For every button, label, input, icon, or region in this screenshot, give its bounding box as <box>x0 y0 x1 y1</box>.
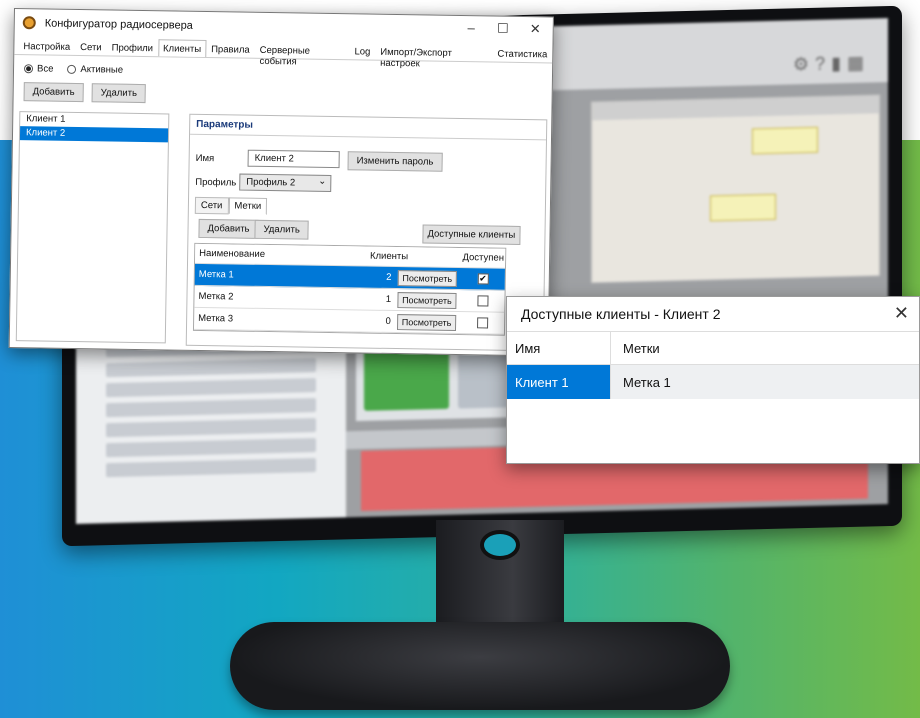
tab-import-export[interactable]: Импорт/Экспорт настроек <box>375 43 492 70</box>
radio-active[interactable]: Активные <box>67 64 123 76</box>
radio-active-label: Активные <box>80 64 124 76</box>
tab-networks[interactable]: Сети <box>75 38 107 55</box>
available-clients-button[interactable]: Доступные клиенты <box>422 224 521 245</box>
configurator-window: Конфигуратор радиосервера – ☐ ✕ Настройк… <box>8 8 554 357</box>
column-header-tags[interactable]: Метки <box>611 341 660 356</box>
name-label: Имя <box>195 152 215 165</box>
delete-client-button[interactable]: Удалить <box>91 83 147 104</box>
tab-server-events[interactable]: Серверные события <box>255 41 350 68</box>
radio-all-label: Все <box>36 63 54 75</box>
chevron-down-icon: ⌄ <box>318 175 327 187</box>
available-checkbox[interactable]: ✔ <box>477 273 489 285</box>
minimize-icon[interactable]: – <box>467 20 474 35</box>
tab-settings[interactable]: Настройка <box>18 37 75 55</box>
close-icon[interactable]: ✕ <box>530 21 541 37</box>
map-marker-label <box>710 193 776 222</box>
tag-clients-cell: 2 Посмотреть <box>366 269 462 287</box>
available-cell <box>461 295 505 307</box>
tag-clients-cell: 0 Посмотреть <box>365 313 461 331</box>
tree-row <box>106 438 316 458</box>
column-header-available[interactable]: Доступен <box>461 252 505 264</box>
tag-name: Метка 3 <box>198 312 234 325</box>
tag-clients-cell: 1 Посмотреть <box>365 291 461 309</box>
delete-tag-button[interactable]: Удалить <box>254 219 309 240</box>
map-tab-strip <box>592 95 879 121</box>
radio-indicator[interactable] <box>67 64 77 74</box>
tree-row <box>106 398 316 418</box>
sub-tabs: Сети Метки <box>194 196 268 216</box>
map-marker-label <box>752 126 818 155</box>
change-password-button[interactable]: Изменить пароль <box>347 151 443 172</box>
add-tag-button[interactable]: Добавить <box>198 218 259 239</box>
subtab-networks[interactable]: Сети <box>194 196 229 215</box>
tab-rules[interactable]: Правила <box>206 40 255 58</box>
client-count: 2 <box>386 271 392 283</box>
view-button[interactable]: Посмотреть <box>397 269 458 287</box>
tree-row <box>106 458 316 478</box>
tab-log[interactable]: Log <box>349 42 375 59</box>
available-cell: ✔ <box>461 273 505 285</box>
app-icon <box>22 16 36 30</box>
client-count: 1 <box>385 293 392 305</box>
radio-indicator[interactable] <box>23 64 34 74</box>
tab-profiles[interactable]: Профили <box>107 38 159 56</box>
monitor-stand-base <box>230 622 730 710</box>
name-input[interactable]: Клиент 2 <box>247 149 340 169</box>
parameters-heading: Параметры <box>190 114 547 141</box>
view-button[interactable]: Посмотреть <box>396 313 457 331</box>
tree-row <box>106 418 316 438</box>
client-tags: Метка 1 <box>623 374 671 390</box>
close-icon[interactable]: ✕ <box>894 303 909 324</box>
profile-value: Профиль 2 <box>246 176 296 189</box>
profile-select[interactable]: Профиль 2 ⌄ <box>239 173 332 193</box>
column-header-name[interactable]: Наименование <box>195 248 366 262</box>
client-count: 0 <box>385 315 391 327</box>
dialog-title: Доступные клиенты - Клиент 2 <box>521 306 721 322</box>
client-list: Клиент 1 Клиент 2 <box>15 111 170 344</box>
background-map-panel <box>591 94 880 284</box>
tree-row <box>106 378 316 398</box>
available-cell <box>460 317 504 329</box>
view-button[interactable]: Посмотреть <box>396 291 457 309</box>
stand-cable-hole <box>480 530 520 560</box>
parameters-panel: Параметры Имя Клиент 2 Изменить пароль П… <box>185 113 548 352</box>
tab-clients[interactable]: Клиенты <box>157 39 207 58</box>
dialog-title-bar: Доступные клиенты - Клиент 2 ✕ <box>507 297 919 331</box>
profile-label: Профиль <box>195 176 237 189</box>
available-checkbox[interactable] <box>476 295 489 307</box>
tree-row <box>106 358 316 378</box>
radio-all[interactable]: Все <box>23 63 54 75</box>
add-client-button[interactable]: Добавить <box>23 82 84 103</box>
tag-name: Метка 1 <box>198 268 234 281</box>
client-list-item[interactable]: Клиент 2 <box>19 126 169 143</box>
table-row[interactable]: Клиент 1 Метка 1 <box>507 365 919 399</box>
tags-table: Наименование Клиенты Доступен Метка 1 2П… <box>192 242 507 336</box>
maximize-icon[interactable]: ☐ <box>497 21 509 37</box>
available-clients-dialog: Доступные клиенты - Клиент 2 ✕ Имя Метки… <box>506 296 920 464</box>
window-title: Конфигуратор радиосервера <box>44 17 193 32</box>
tab-statistics[interactable]: Статистика <box>492 45 552 63</box>
column-header-name[interactable]: Имя <box>507 332 611 364</box>
background-tree-panel <box>76 331 346 524</box>
subtab-tags[interactable]: Метки <box>228 197 268 216</box>
table-row[interactable]: Метка 3 0 Посмотреть <box>193 307 505 335</box>
column-header-clients[interactable]: Клиенты <box>366 251 462 263</box>
available-checkbox[interactable] <box>476 317 488 329</box>
dialog-table-header: Имя Метки <box>507 331 919 365</box>
client-name: Клиент 1 <box>507 365 611 399</box>
tag-name: Метка 2 <box>198 290 234 303</box>
background-app-icons: ⚙?▮▦ <box>792 52 870 75</box>
